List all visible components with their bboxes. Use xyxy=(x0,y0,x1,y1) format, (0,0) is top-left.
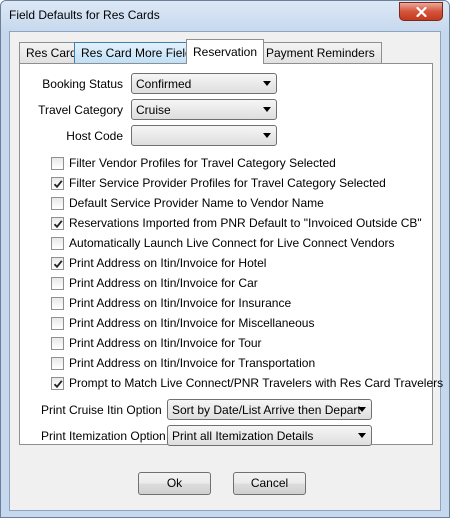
booking-status-value: Confirmed xyxy=(136,77,192,91)
chevron-down-icon xyxy=(263,107,271,112)
checkbox[interactable] xyxy=(51,356,64,370)
checkbox-row[interactable]: Automatically Launch Live Connect for Li… xyxy=(51,235,395,251)
chevron-down-icon xyxy=(358,433,366,438)
checkbox-row[interactable]: Print Address on Itin/Invoice for Tour xyxy=(51,335,262,351)
checkbox[interactable] xyxy=(51,216,64,230)
checkbox-row[interactable]: Print Address on Itin/Invoice for Hotel xyxy=(51,255,266,271)
checkbox-row[interactable]: Reservations Imported from PNR Default t… xyxy=(51,215,422,231)
booking-status-select[interactable]: Confirmed xyxy=(131,73,277,94)
print-cruise-itin-value: Sort by Date/List Arrive then Depart xyxy=(172,403,361,417)
checkbox[interactable] xyxy=(51,296,64,310)
print-cruise-itin-label: Print Cruise Itin Option xyxy=(41,403,162,417)
travel-category-label: Travel Category xyxy=(38,103,123,117)
tab-payment-reminders[interactable]: Payment Reminders xyxy=(259,42,382,63)
print-itemization-value: Print all Itemization Details xyxy=(172,429,314,443)
checkbox-label: Reservations Imported from PNR Default t… xyxy=(69,216,422,230)
check-icon xyxy=(53,179,63,188)
checkbox[interactable] xyxy=(51,276,64,290)
checkbox-row[interactable]: Print Address on Itin/Invoice for Insura… xyxy=(51,295,291,311)
checkbox[interactable] xyxy=(51,256,64,270)
checkbox[interactable] xyxy=(51,236,64,250)
checkbox-label: Print Address on Itin/Invoice for Car xyxy=(69,276,258,290)
checkbox[interactable] xyxy=(51,156,64,170)
check-icon xyxy=(53,259,63,268)
travel-category-select[interactable]: Cruise xyxy=(131,99,277,120)
reservation-panel: Booking Status Confirmed Travel Category… xyxy=(19,63,443,446)
dialog-window: Field Defaults for Res Cards Res Card Re… xyxy=(0,0,450,518)
checkbox-label: Filter Vendor Profiles for Travel Catego… xyxy=(69,156,336,170)
checkbox[interactable] xyxy=(51,176,64,190)
checkbox-row[interactable]: Filter Service Provider Profiles for Tra… xyxy=(51,175,386,191)
checkbox[interactable] xyxy=(51,336,64,350)
close-icon xyxy=(415,6,427,17)
check-icon xyxy=(53,219,63,228)
checkbox[interactable] xyxy=(51,316,64,330)
cancel-button[interactable]: Cancel xyxy=(233,472,306,495)
dialog-body: Res Card Res Card More Fields Reservatio… xyxy=(9,31,443,511)
print-cruise-itin-select[interactable]: Sort by Date/List Arrive then Depart xyxy=(167,399,372,420)
checkbox-label: Print Address on Itin/Invoice for Tour xyxy=(69,336,262,350)
chevron-down-icon xyxy=(263,81,271,86)
checkbox-label: Print Address on Itin/Invoice for Hotel xyxy=(69,256,267,270)
checkbox-label: Filter Service Provider Profiles for Tra… xyxy=(69,176,386,190)
host-code-select[interactable] xyxy=(131,125,277,146)
checkbox-row[interactable]: Print Address on Itin/Invoice for Miscel… xyxy=(51,315,314,331)
close-button[interactable] xyxy=(399,2,443,21)
checkbox[interactable] xyxy=(51,196,64,210)
title-bar[interactable]: Field Defaults for Res Cards xyxy=(1,1,449,31)
print-itemization-label: Print Itemization Option xyxy=(41,429,166,443)
ok-button[interactable]: Ok xyxy=(138,472,211,495)
tab-reservation[interactable]: Reservation xyxy=(186,39,265,64)
checkbox-label: Print Address on Itin/Invoice for Insura… xyxy=(69,296,292,310)
host-code-label: Host Code xyxy=(66,129,123,143)
checkbox-row[interactable]: Filter Vendor Profiles for Travel Catego… xyxy=(51,155,336,171)
checkbox-label: Automatically Launch Live Connect for Li… xyxy=(69,236,395,250)
checkbox-label: Prompt to Match Live Connect/PNR Travele… xyxy=(69,376,444,390)
chevron-down-icon xyxy=(263,133,271,138)
print-itemization-select[interactable]: Print all Itemization Details xyxy=(167,425,372,446)
travel-category-value: Cruise xyxy=(136,103,171,117)
checkbox-row[interactable]: Print Address on Itin/Invoice for Transp… xyxy=(51,355,315,371)
checkbox-label: Default Service Provider Name to Vendor … xyxy=(69,196,324,210)
checkbox-row[interactable]: Prompt to Match Live Connect/PNR Travele… xyxy=(51,375,443,391)
window-title: Field Defaults for Res Cards xyxy=(9,8,160,22)
checkbox-label: Print Address on Itin/Invoice for Transp… xyxy=(69,356,316,370)
check-icon xyxy=(53,379,63,388)
checkbox-row[interactable]: Print Address on Itin/Invoice for Car xyxy=(51,275,258,291)
chevron-down-icon xyxy=(358,407,366,412)
checkbox-label: Print Address on Itin/Invoice for Miscel… xyxy=(69,316,315,330)
checkbox[interactable] xyxy=(51,376,64,390)
booking-status-label: Booking Status xyxy=(42,77,123,91)
checkbox-row[interactable]: Default Service Provider Name to Vendor … xyxy=(51,195,324,211)
